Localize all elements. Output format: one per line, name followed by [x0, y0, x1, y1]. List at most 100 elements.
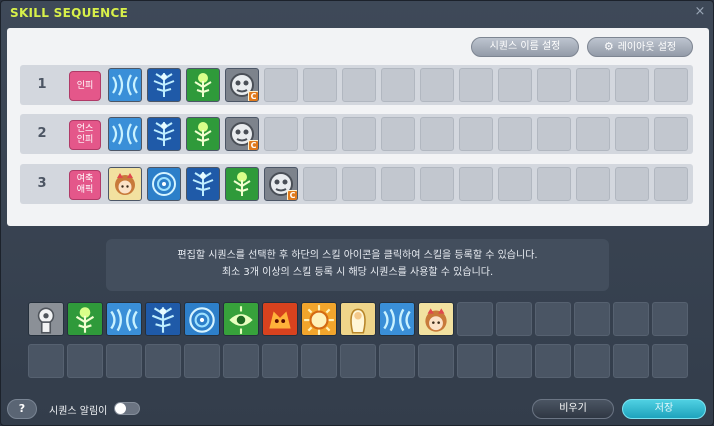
gear-icon: ⚙ — [603, 40, 614, 53]
palette-empty-slot — [67, 344, 103, 378]
empty-skill-slot[interactable] — [498, 117, 532, 151]
sequence-skill-slot[interactable] — [225, 167, 259, 201]
rename-sequence-label: 시퀀스 이름 설정 — [489, 41, 561, 52]
empty-skill-slot[interactable] — [654, 167, 688, 201]
empty-skill-slot[interactable] — [459, 68, 493, 102]
empty-skill-slot[interactable] — [576, 68, 610, 102]
palette-empty-slot — [535, 344, 571, 378]
green-tree-icon — [187, 69, 219, 101]
sequence-skill-slot[interactable]: C — [264, 167, 298, 201]
palette-empty-slot — [496, 302, 532, 336]
empty-skill-slot[interactable] — [381, 68, 415, 102]
palette-empty-slot — [652, 344, 688, 378]
empty-skill-slot[interactable] — [342, 167, 376, 201]
empty-skill-slot[interactable] — [420, 117, 454, 151]
palette-empty-slot — [184, 344, 220, 378]
sequence-skill-slot[interactable] — [186, 68, 220, 102]
sequence-skill-slot[interactable] — [147, 68, 181, 102]
pet-girl-icon — [419, 303, 453, 335]
palette-skill-icon[interactable] — [379, 302, 415, 336]
empty-skill-slot[interactable] — [303, 117, 337, 151]
rename-sequence-button[interactable]: 시퀀스 이름 설정 — [471, 37, 579, 57]
empty-skill-slot[interactable] — [654, 68, 688, 102]
toggle-knob — [115, 403, 126, 414]
gold-angel-icon — [341, 303, 375, 335]
sequence-row-2[interactable]: 2 언스 인피 C — [20, 114, 693, 154]
palette-skill-icon[interactable] — [340, 302, 376, 336]
empty-skill-slot[interactable] — [264, 68, 298, 102]
empty-skill-slot[interactable] — [615, 117, 649, 151]
sequence-row-3[interactable]: 3 여축 애픽 C — [20, 164, 693, 204]
empty-skill-slot[interactable] — [537, 117, 571, 151]
save-button[interactable]: 저장 — [622, 399, 706, 419]
skill-sequence-window: SKILL SEQUENCE × 시퀀스 이름 설정 ⚙ 레이아웃 설정 1 인피 C… — [0, 0, 714, 426]
empty-skill-slot[interactable] — [537, 167, 571, 201]
empty-skill-slot[interactable] — [264, 117, 298, 151]
palette-skill-icon[interactable] — [301, 302, 337, 336]
palette-empty-slot — [145, 344, 181, 378]
palette-empty-slot — [574, 302, 610, 336]
green-tree-icon — [226, 168, 258, 200]
empty-skill-slot[interactable] — [381, 167, 415, 201]
empty-skill-slot[interactable] — [459, 117, 493, 151]
sequence-panel: 시퀀스 이름 설정 ⚙ 레이아웃 설정 1 인피 C 2 언스 인피 C 3 여축 애픽 C — [7, 28, 709, 226]
palette-skill-icon[interactable] — [145, 302, 181, 336]
close-icon[interactable]: × — [693, 5, 707, 19]
empty-skill-slot[interactable] — [654, 117, 688, 151]
c-badge-icon: C — [287, 190, 297, 200]
empty-skill-slot[interactable] — [381, 117, 415, 151]
sequence-number: 1 — [37, 77, 47, 92]
palette-skill-icon[interactable] — [106, 302, 142, 336]
sequence-skill-slot[interactable] — [147, 167, 181, 201]
green-tree-icon — [187, 118, 219, 150]
empty-skill-slot[interactable] — [342, 68, 376, 102]
layout-settings-button[interactable]: ⚙ 레이아웃 설정 — [587, 37, 693, 57]
empty-skill-slot[interactable] — [498, 68, 532, 102]
palette-skill-icon[interactable] — [184, 302, 220, 336]
reset-button[interactable]: 비우기 — [532, 399, 614, 419]
blue-wave-icon — [107, 303, 141, 335]
sequence-row-1[interactable]: 1 인피 C — [20, 65, 693, 105]
sequence-skill-slot[interactable] — [108, 167, 142, 201]
palette-skill-icon[interactable] — [418, 302, 454, 336]
sequence-number: 3 — [37, 176, 47, 191]
empty-skill-slot[interactable] — [576, 167, 610, 201]
sequence-skill-slot[interactable] — [108, 117, 142, 151]
sequence-skill-slot[interactable] — [147, 117, 181, 151]
palette-empty-slot — [613, 344, 649, 378]
palette-empty-slot — [496, 344, 532, 378]
sequence-skill-slot[interactable]: C — [225, 68, 259, 102]
palette-skill-icon[interactable] — [223, 302, 259, 336]
blue-tree-icon — [148, 69, 180, 101]
palette-empty-slot — [457, 344, 493, 378]
empty-skill-slot[interactable] — [576, 117, 610, 151]
sequence-skill-slot[interactable] — [186, 117, 220, 151]
empty-skill-slot[interactable] — [615, 68, 649, 102]
empty-skill-slot[interactable] — [420, 167, 454, 201]
red-dragon-icon — [263, 303, 297, 335]
empty-skill-slot[interactable] — [303, 68, 337, 102]
empty-skill-slot[interactable] — [537, 68, 571, 102]
c-badge-icon: C — [248, 140, 258, 150]
blue-circle-icon — [148, 168, 180, 200]
sequence-skill-slot[interactable] — [108, 68, 142, 102]
title-bar[interactable]: SKILL SEQUENCE × — [1, 1, 713, 27]
sequence-alarm-toggle[interactable] — [114, 402, 140, 415]
palette-skill-icon[interactable] — [67, 302, 103, 336]
empty-skill-slot[interactable] — [498, 167, 532, 201]
layout-settings-label: 레이아웃 설정 — [617, 42, 677, 53]
palette-skill-icon[interactable] — [28, 302, 64, 336]
empty-skill-slot[interactable] — [615, 167, 649, 201]
sequence-name-badge: 여축 애픽 — [69, 170, 101, 200]
sequence-skill-slot[interactable] — [186, 167, 220, 201]
palette-skill-icon[interactable] — [262, 302, 298, 336]
palette-empty-slot — [301, 344, 337, 378]
c-badge-icon: C — [248, 91, 258, 101]
help-button[interactable]: ? — [7, 399, 37, 419]
sequence-name-badge: 언스 인피 — [69, 120, 101, 150]
empty-skill-slot[interactable] — [342, 117, 376, 151]
empty-skill-slot[interactable] — [459, 167, 493, 201]
empty-skill-slot[interactable] — [303, 167, 337, 201]
sequence-skill-slot[interactable]: C — [225, 117, 259, 151]
empty-skill-slot[interactable] — [420, 68, 454, 102]
